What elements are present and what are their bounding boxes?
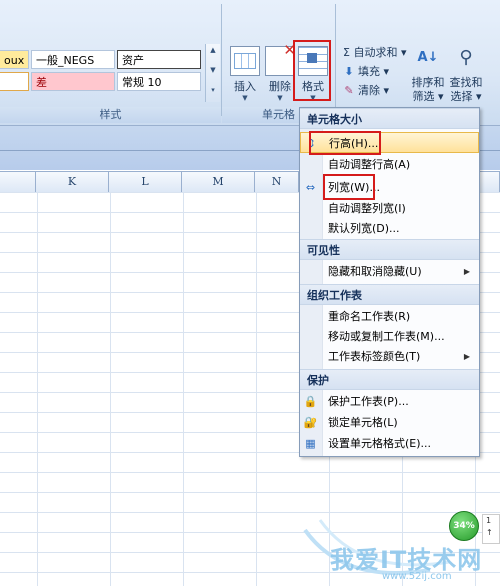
column-header-l[interactable]: L xyxy=(109,172,182,192)
menu-item-label: 隐藏和取消隐藏(U) xyxy=(328,265,422,278)
fill-label: 填充 ▾ xyxy=(358,65,390,78)
side-indicator: 1 ↑ xyxy=(482,514,500,544)
menu-item-lock-cell[interactable]: 🔐 锁定单元格(L) xyxy=(300,412,479,433)
gallery-more-icon[interactable]: ▾ xyxy=(206,84,220,96)
menu-item-autofit-column[interactable]: 自动调整列宽(I) xyxy=(300,198,479,219)
side-indicator-text: 1 ↑ xyxy=(486,516,493,537)
menu-item-label: 默认列宽(D)... xyxy=(328,222,400,235)
menu-item-tab-color[interactable]: 工作表标签颜色(T) ▶ xyxy=(300,346,479,367)
menu-item-default-width[interactable]: 默认列宽(D)... xyxy=(300,218,479,239)
sort-filter-icon: A↓ xyxy=(417,50,439,65)
menu-item-label: 自动调整行高(A) xyxy=(328,158,411,171)
column-header-n[interactable]: N xyxy=(255,172,299,192)
menu-item-row-height[interactable]: ⇕ 行高(H)... xyxy=(300,131,479,155)
column-width-icon: ⇔ xyxy=(305,181,316,194)
menu-item-column-width[interactable]: ⇔ 列宽(W)... xyxy=(300,174,479,200)
group-separator xyxy=(221,4,222,116)
delete-icon xyxy=(265,41,296,76)
column-width-highlight-box xyxy=(323,174,375,200)
format-cells-icon: ▦ xyxy=(305,437,316,450)
styles-group-label: 样式 xyxy=(0,107,221,123)
row-height-highlight-box xyxy=(309,131,381,155)
sort-filter-button[interactable]: A↓ 排序和 筛选 ▾ xyxy=(408,44,448,104)
column-header-m[interactable]: M xyxy=(182,172,255,192)
menu-item-label: 重命名工作表(R) xyxy=(328,310,411,323)
submenu-arrow-icon: ▶ xyxy=(463,352,470,361)
style-cell-oux[interactable]: oux xyxy=(0,50,29,69)
insert-icon xyxy=(230,46,260,76)
menu-item-label: 锁定单元格(L) xyxy=(328,416,398,429)
submenu-arrow-icon: ▶ xyxy=(463,267,470,276)
progress-badge[interactable]: 34% xyxy=(449,511,479,541)
fill-button[interactable]: ⬇ 填充 ▾ xyxy=(343,63,389,80)
menu-item-hide-unhide[interactable]: 隐藏和取消隐藏(U) ▶ xyxy=(300,261,479,282)
chevron-down-icon: ▼ xyxy=(242,94,248,102)
insert-button[interactable]: 插入 ▼ xyxy=(227,46,263,103)
sort-filter-label: 排序和 筛选 ▾ xyxy=(411,76,445,103)
menu-item-protect-sheet[interactable]: 🔒 保护工作表(P)... xyxy=(300,391,479,412)
fill-icon: ⬇ xyxy=(344,65,354,78)
menu-item-move-copy-sheet[interactable]: 移动或复制工作表(M)... xyxy=(300,326,479,347)
menu-item-label: 保护工作表(P)... xyxy=(328,395,409,408)
gallery-up-icon[interactable]: ▲ xyxy=(206,44,220,56)
style-cell-bad[interactable]: 差 xyxy=(31,72,115,91)
style-cell-asset[interactable]: 资产 xyxy=(117,50,201,69)
menu-item-label: 设置单元格格式(E)... xyxy=(328,437,432,450)
style-cell-negs[interactable]: 一般_NEGS xyxy=(31,50,115,69)
protect-sheet-icon: 🔒 xyxy=(303,395,318,408)
eraser-icon: ✎ xyxy=(344,84,354,97)
watermark-text: 我爱IT技术网 xyxy=(330,546,483,574)
column-header-prev[interactable] xyxy=(0,172,36,192)
menu-item-rename-sheet[interactable]: 重命名工作表(R) xyxy=(300,306,479,327)
column-header-k[interactable]: K xyxy=(36,172,109,192)
menu-section-protection: 保护 xyxy=(300,369,479,390)
clear-button[interactable]: ✎ 清除 ▾ xyxy=(343,82,389,99)
style-cell-normal10[interactable]: 常规 10 xyxy=(117,72,201,91)
style-cell-blank[interactable] xyxy=(0,72,29,91)
menu-section-visibility: 可见性 xyxy=(300,239,479,260)
find-select-button[interactable]: ⚲ 查找和 选择 ▾ xyxy=(446,44,486,104)
clear-label: 清除 ▾ xyxy=(358,84,390,97)
menu-section-organize: 组织工作表 xyxy=(300,284,479,305)
find-select-label: 查找和 选择 ▾ xyxy=(449,76,483,103)
insert-label: 插入 xyxy=(234,80,256,93)
gallery-scrollbar[interactable]: ▲ ▼ ▾ xyxy=(205,44,220,102)
menu-item-label: 自动调整列宽(I) xyxy=(328,202,406,215)
binoculars-icon: ⚲ xyxy=(459,47,473,68)
menu-section-cell-size: 单元格大小 xyxy=(300,108,479,129)
watermark-url: www.52ij.com xyxy=(382,571,452,582)
menu-item-format-cells[interactable]: ▦ 设置单元格格式(E)... xyxy=(300,433,479,454)
format-highlight-box xyxy=(293,40,331,101)
autosum-label: Σ 自动求和 ▾ xyxy=(343,46,407,59)
autosum-button[interactable]: Σ 自动求和 ▾ xyxy=(343,44,406,61)
menu-item-label: 工作表标签颜色(T) xyxy=(328,350,421,363)
gallery-down-icon[interactable]: ▼ xyxy=(206,64,220,76)
lock-icon: 🔐 xyxy=(303,416,318,429)
format-dropdown-menu: 单元格大小 ⇕ 行高(H)... 自动调整行高(A) ⇔ 列宽(W)... 自动… xyxy=(299,107,480,457)
group-separator xyxy=(335,4,336,116)
menu-item-autofit-row[interactable]: 自动调整行高(A) xyxy=(300,154,479,175)
menu-item-label: 移动或复制工作表(M)... xyxy=(328,330,445,343)
